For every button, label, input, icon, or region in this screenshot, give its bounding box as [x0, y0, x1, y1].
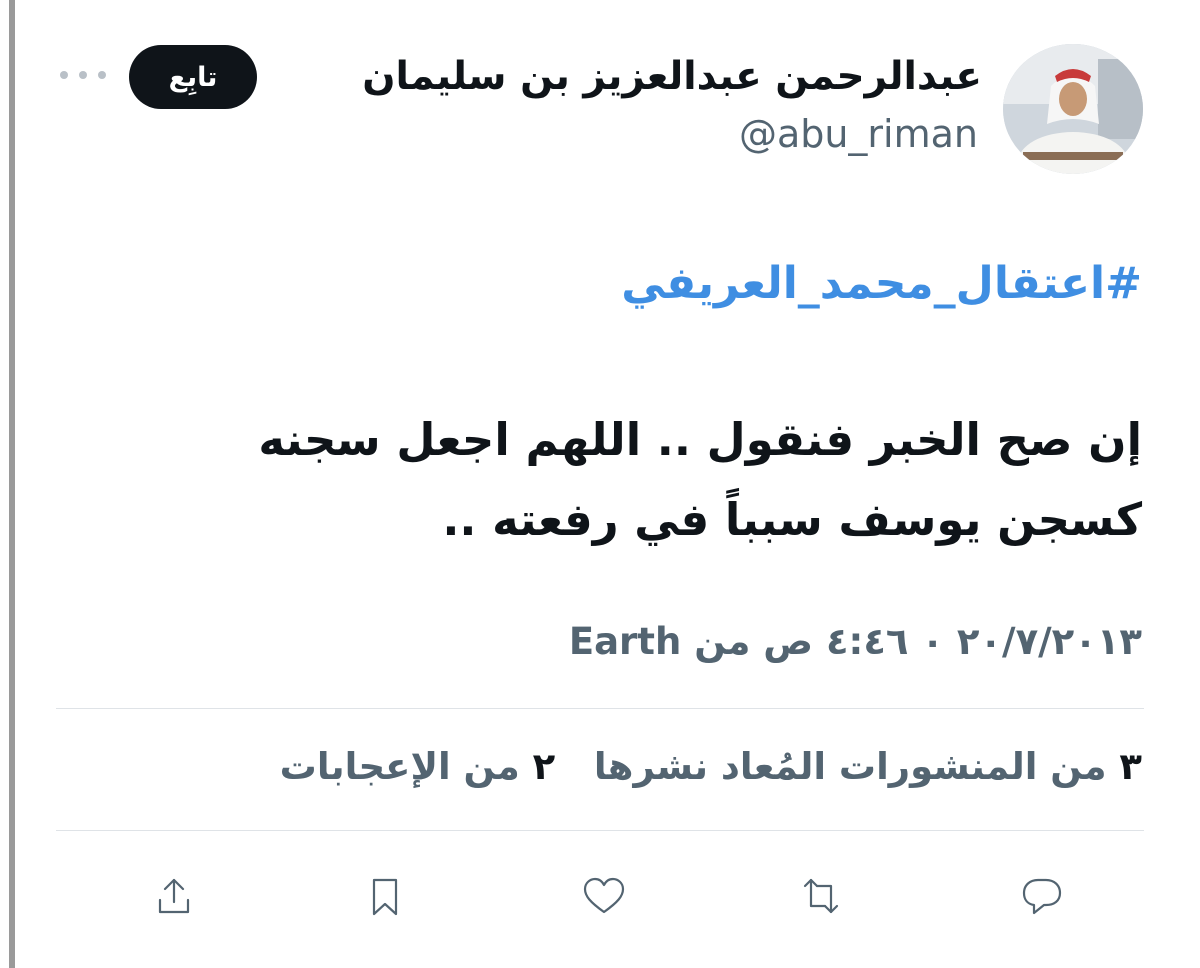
follow-button[interactable]: تابِع	[129, 45, 257, 109]
display-name[interactable]: عبدالرحمن عبدالعزيز بن سليمان	[362, 54, 982, 99]
left-border	[9, 0, 15, 968]
divider	[56, 830, 1144, 831]
like-icon[interactable]	[578, 870, 630, 922]
profile-photo-icon	[1003, 44, 1143, 174]
retweets-label[interactable]: من المنشورات المُعاد نشرها	[594, 745, 1107, 788]
tweet-timestamp[interactable]: ٢٠/٧/٢٠١٣ ٠ ٤:٤٦ ص من Earth	[569, 620, 1142, 663]
dot	[60, 71, 68, 79]
share-icon[interactable]	[148, 870, 200, 922]
likes-count[interactable]: ٢	[533, 745, 556, 788]
tweet-stats: ٣ من المنشورات المُعاد نشرها ٢ من الإعجا…	[280, 745, 1142, 788]
avatar[interactable]	[1003, 44, 1143, 174]
action-bar	[148, 870, 1068, 922]
divider	[56, 708, 1144, 709]
retweets-count[interactable]: ٣	[1119, 745, 1142, 788]
tweet-body: إن صح الخبر فنقول .. اللهم اجعل سجنه كسج…	[258, 413, 1142, 546]
more-dots-icon[interactable]	[56, 58, 110, 92]
hashtag-link[interactable]: #اعتقال_محمد_العريفي	[621, 258, 1142, 309]
user-handle[interactable]: @abu_riman	[739, 112, 978, 156]
dot	[79, 71, 87, 79]
bookmark-icon[interactable]	[359, 870, 411, 922]
dot	[98, 71, 106, 79]
retweet-icon[interactable]	[795, 870, 847, 922]
likes-label[interactable]: من الإعجابات	[280, 745, 520, 788]
reply-icon[interactable]	[1016, 870, 1068, 922]
